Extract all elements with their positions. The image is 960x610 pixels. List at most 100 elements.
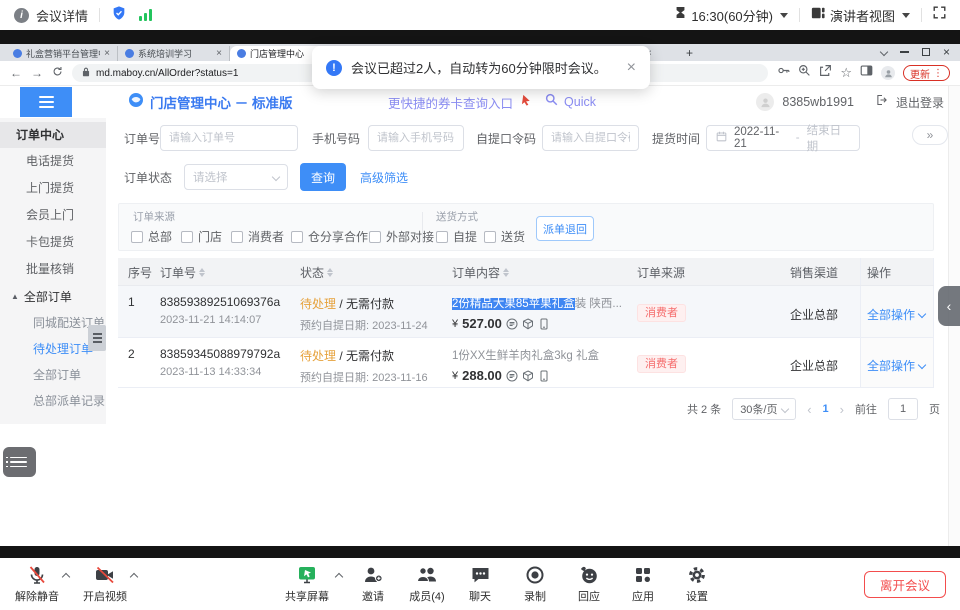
new-tab-button[interactable]: + <box>686 46 693 60</box>
sidebar-section-title[interactable]: 订单中心 <box>0 122 106 148</box>
goto-page-input[interactable] <box>888 398 918 420</box>
sidebar-item-batch-verify[interactable]: 批量核销 <box>0 256 106 283</box>
pickup-code-input[interactable] <box>542 125 639 151</box>
back-icon[interactable]: ← <box>10 66 22 80</box>
tab-close-icon[interactable]: × <box>104 48 110 59</box>
order-no-input[interactable] <box>160 125 298 151</box>
meeting-window: i 会议详情 16:30(60分钟) 演讲者视图 礼盒营销平台管理中心 × <box>0 0 960 610</box>
fullscreen-icon[interactable] <box>933 6 946 24</box>
currency: ¥ <box>452 370 458 382</box>
checkbox-delivery[interactable]: 送货 <box>484 228 525 245</box>
order-time: 2023-11-21 14:14:07 <box>160 314 280 326</box>
prev-page-button[interactable]: ‹ <box>807 402 811 417</box>
checkbox-store[interactable]: 门店 <box>181 228 222 245</box>
sidebar-item-door-pickup[interactable]: 上门提货 <box>0 175 106 202</box>
promo-link[interactable]: 更快捷的券卡查询入口 <box>388 93 513 112</box>
package-icon[interactable] <box>522 370 534 382</box>
table-row[interactable]: 1 83859389251069376a 2023-11-21 14:14:07… <box>118 286 934 338</box>
search-button[interactable]: 查询 <box>300 163 346 191</box>
chevron-down-icon[interactable] <box>780 13 788 18</box>
checkbox-self-pickup[interactable]: 自提 <box>436 228 477 245</box>
key-icon[interactable] <box>777 64 790 82</box>
profile-avatar-icon[interactable] <box>881 66 895 80</box>
advanced-filter-link[interactable]: 高级筛选 <box>360 169 408 186</box>
coupon-icon[interactable] <box>506 318 518 330</box>
row-actions-dropdown[interactable]: 全部操作 <box>867 306 925 323</box>
content-selected-text[interactable]: 2份精品大果85苹果礼盒 <box>452 298 575 310</box>
table-row[interactable]: 2 83859345088979792a 2023-11-13 14:33:34… <box>118 338 934 388</box>
info-icon[interactable]: i <box>14 8 29 23</box>
collapse-filters-button[interactable]: » <box>912 125 948 145</box>
sidebar-subitem-all-orders[interactable]: 全部订单 <box>0 362 106 388</box>
divider <box>799 8 800 22</box>
sidebar-subitem-hq-dispatch-log[interactable]: 总部派单记录 <box>0 388 106 414</box>
sort-icon[interactable] <box>503 268 509 277</box>
sort-icon[interactable] <box>327 268 333 277</box>
zoom-icon[interactable] <box>798 64 811 82</box>
share-icon[interactable] <box>819 64 832 82</box>
checkbox-consumer[interactable]: 消费者 <box>231 228 284 245</box>
chrome-update-button[interactable]: 更新 ⋮ <box>903 65 950 81</box>
row-index: 1 <box>128 295 135 309</box>
checkbox-warehouse-coop[interactable]: 仓分享合作 <box>291 228 368 245</box>
sidebar-item-card-pickup[interactable]: 卡包提货 <box>0 229 106 256</box>
date-range-picker[interactable]: 2022-11-21 - 结束日期 <box>706 125 860 151</box>
floating-list-button[interactable] <box>3 447 36 477</box>
next-page-button[interactable]: › <box>840 402 844 417</box>
sidebar-item-member-visit[interactable]: 会员上门 <box>0 202 106 229</box>
quick-label[interactable]: Quick <box>564 95 596 109</box>
col-order-no[interactable]: 订单号 <box>160 258 205 286</box>
view-mode-label[interactable]: 演讲者视图 <box>830 6 895 25</box>
col-operation: 操作 <box>867 258 891 286</box>
logout-button[interactable]: 退出登录 <box>896 94 944 111</box>
user-avatar[interactable] <box>756 93 774 111</box>
sidebar-item-phone-pickup[interactable]: 电话提货 <box>0 148 106 175</box>
browser-tab[interactable]: 礼盒营销平台管理中心 × <box>6 46 118 61</box>
sidebar-fold-handle[interactable] <box>88 325 106 351</box>
phone-icon[interactable] <box>538 318 550 330</box>
checkbox-icon <box>484 231 496 243</box>
shield-check-icon[interactable] <box>111 5 127 26</box>
share-screen-button[interactable]: 共享屏幕 <box>275 563 339 604</box>
checkbox-hq[interactable]: 总部 <box>131 228 172 245</box>
toast-close-icon[interactable]: × <box>627 59 636 77</box>
coupon-icon[interactable] <box>506 370 518 382</box>
order-status-select[interactable]: 请选择 <box>184 164 288 190</box>
quick-search-icon[interactable] <box>545 93 558 111</box>
layout-view-icon <box>811 6 825 25</box>
browser-tab[interactable]: 系统培训学习 × <box>118 46 230 61</box>
side-panel-handle[interactable]: ‹ <box>938 286 960 326</box>
checkbox-external[interactable]: 外部对接 <box>369 228 434 245</box>
col-content[interactable]: 订单内容 <box>452 258 509 286</box>
unmute-button[interactable]: 解除静音 <box>5 563 69 604</box>
split-view-icon[interactable] <box>860 64 873 82</box>
settings-button[interactable]: 设置 <box>665 563 729 604</box>
tab-close-icon[interactable]: × <box>216 48 222 59</box>
row-actions-dropdown[interactable]: 全部操作 <box>867 357 925 374</box>
tab-search-icon[interactable] <box>880 48 888 56</box>
phone-icon[interactable] <box>538 370 550 382</box>
order-time: 2023-11-13 14:33:34 <box>160 366 280 378</box>
sidebar-group-all-orders[interactable]: ▲ 全部订单 <box>0 283 106 310</box>
hamburger-menu-button[interactable] <box>20 87 72 117</box>
username[interactable]: 8385wb1991 <box>782 95 854 109</box>
refresh-icon[interactable] <box>52 64 63 82</box>
window-restore-button[interactable] <box>922 48 930 56</box>
phone-input[interactable] <box>368 125 464 151</box>
divider <box>422 212 423 242</box>
window-close-button[interactable]: × <box>943 45 950 59</box>
window-minimize-button[interactable] <box>900 51 909 53</box>
leave-meeting-button[interactable]: 离开会议 <box>864 571 946 598</box>
chevron-down-icon[interactable] <box>902 13 910 18</box>
select-placeholder: 请选择 <box>193 169 228 185</box>
package-icon[interactable] <box>522 318 534 330</box>
bookmark-star-icon[interactable]: ☆ <box>840 65 852 81</box>
current-page[interactable]: 1 <box>823 403 829 415</box>
sort-icon[interactable] <box>199 268 205 277</box>
col-status[interactable]: 状态 <box>300 258 333 286</box>
dispatch-return-button[interactable]: 派单退回 <box>536 216 594 241</box>
meeting-details-label[interactable]: 会议详情 <box>36 6 88 25</box>
start-video-button[interactable]: 开启视频 <box>73 563 137 604</box>
page-size-select[interactable]: 30条/页 <box>732 398 796 420</box>
forward-icon[interactable]: → <box>31 66 43 80</box>
